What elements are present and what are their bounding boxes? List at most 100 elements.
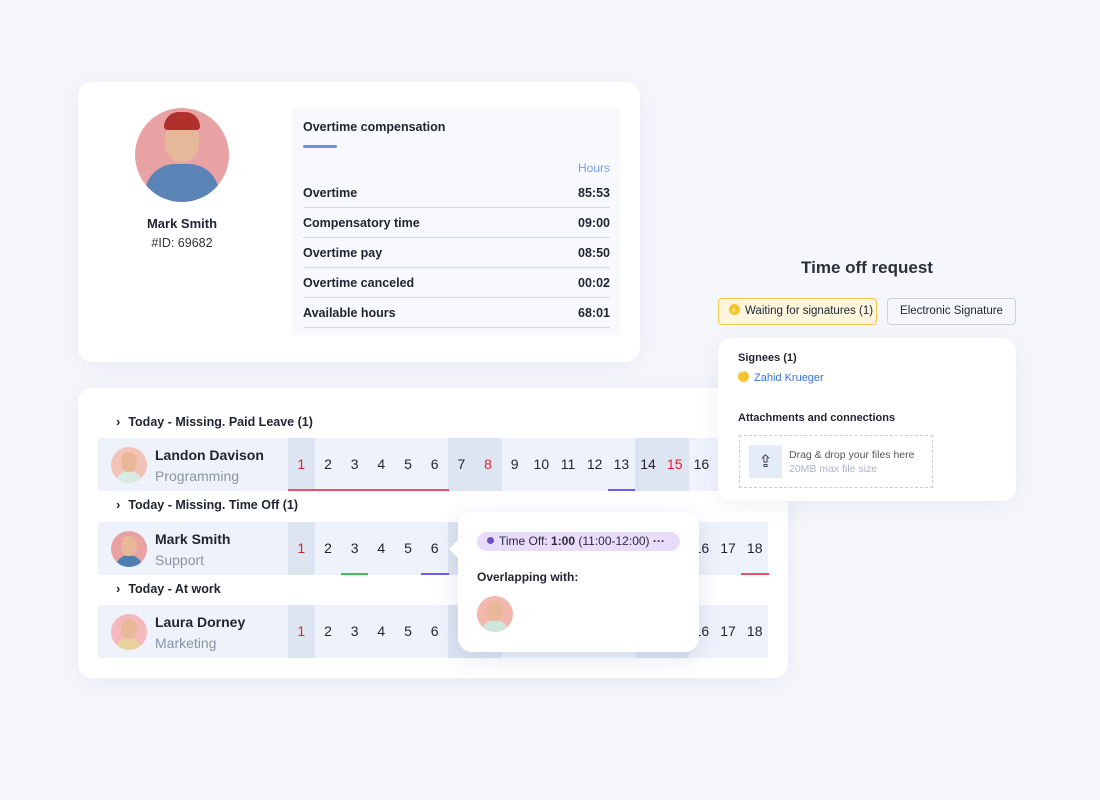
overtime-row: Available hours 68:01	[303, 298, 610, 328]
time-off-details-card: Signees (1) Zahid Krueger Attachments an…	[718, 338, 1016, 501]
time-off-title: Time off request	[801, 258, 933, 277]
electronic-signature-button[interactable]: Electronic Signature	[887, 298, 1016, 325]
avatar	[111, 614, 147, 650]
day-cell[interactable]: 16	[688, 438, 715, 491]
day-cell[interactable]: 13	[608, 438, 635, 491]
day-number: 1	[297, 623, 306, 639]
day-cell[interactable]: 8	[475, 438, 502, 491]
day-cell[interactable]: 14	[635, 438, 662, 491]
day-cell[interactable]: 17	[715, 605, 742, 658]
day-number: 6	[430, 540, 439, 556]
day-number: 18	[746, 540, 763, 556]
file-dropzone[interactable]: ⇪ Drag & drop your files here 20MB max f…	[739, 435, 933, 488]
signee-link[interactable]: Zahid Krueger	[738, 365, 824, 384]
employee-id: #ID: 69682	[151, 236, 213, 250]
day-number: 6	[430, 456, 439, 472]
day-status-underline	[288, 489, 316, 491]
day-cell[interactable]: 4	[368, 605, 395, 658]
day-number: 4	[377, 456, 386, 472]
group-toggle[interactable]: › Today - Missing. Time Off (1)	[116, 497, 298, 512]
overtime-row: Compensatory time 09:00	[303, 208, 610, 238]
employee-department: Programming	[155, 468, 240, 484]
day-cell[interactable]: 3	[341, 605, 368, 658]
day-number: 3	[350, 623, 359, 639]
row-label: Overtime pay	[303, 245, 383, 260]
day-cell[interactable]: 6	[421, 438, 448, 491]
day-cell[interactable]: 4	[368, 522, 395, 575]
arrow-circle-icon	[729, 298, 740, 323]
overtime-row: Overtime pay 08:50	[303, 238, 610, 268]
day-cell[interactable]: 6	[421, 522, 448, 575]
row-label: Compensatory time	[303, 215, 420, 230]
signee-name: Zahid Krueger	[754, 372, 824, 384]
day-cell[interactable]: 1	[288, 438, 315, 491]
chevron-right-icon: ›	[116, 414, 121, 429]
avatar	[111, 531, 147, 567]
day-cell[interactable]: 5	[395, 605, 422, 658]
day-cell[interactable]: 3	[341, 438, 368, 491]
employee-name: Mark Smith	[155, 531, 231, 547]
day-status-underline	[421, 489, 449, 491]
day-cell[interactable]: 1	[288, 522, 315, 575]
day-cell[interactable]: 7	[448, 438, 475, 491]
chip-label: Time Off:	[499, 534, 552, 548]
day-status-underline	[368, 489, 396, 491]
day-number: 3	[350, 456, 359, 472]
attachments-label: Attachments and connections	[738, 412, 896, 424]
day-number: 13	[613, 456, 630, 472]
row-label: Available hours	[303, 305, 396, 320]
day-cell[interactable]: 12	[581, 438, 608, 491]
day-cell[interactable]: 15	[661, 438, 688, 491]
day-number: 2	[324, 456, 332, 472]
day-cell[interactable]: 18	[741, 605, 768, 658]
day-cell[interactable]: 6	[421, 605, 448, 658]
group-label: Today - Missing. Paid Leave (1)	[128, 414, 313, 429]
waiting-signatures-button[interactable]: Waiting for signatures (1)	[718, 298, 877, 325]
day-cell[interactable]: 9	[501, 438, 528, 491]
day-cell[interactable]: 4	[368, 438, 395, 491]
row-value: 08:50	[578, 245, 610, 260]
day-number: 4	[377, 623, 386, 639]
day-number: 18	[746, 623, 763, 639]
day-number: 7	[457, 456, 466, 472]
overlap-avatar[interactable]	[477, 596, 513, 632]
employee-department: Support	[155, 552, 205, 568]
employee-name: Landon Davison	[155, 447, 264, 463]
employee-row[interactable]: Landon Davison Programming 1 2 3 4 5 6 7 8 9 10 11 1…	[98, 438, 768, 491]
row-label: Overtime	[303, 185, 358, 200]
day-number: 16	[693, 456, 710, 472]
time-off-chip[interactable]: Time Off: 1:00 (11:00-12:00) ···	[477, 532, 680, 551]
day-number: 2	[324, 540, 332, 556]
day-cell[interactable]: 11	[555, 438, 582, 491]
day-cell[interactable]: 2	[315, 605, 342, 658]
avatar	[135, 108, 229, 202]
dropzone-hint: 20MB max file size	[789, 463, 878, 475]
title-underline	[303, 145, 337, 148]
day-number: 11	[560, 456, 576, 472]
chip-duration: 1:00	[551, 534, 576, 548]
day-cell[interactable]: 5	[395, 522, 422, 575]
day-number: 1	[297, 456, 306, 472]
day-cell[interactable]: 2	[315, 522, 342, 575]
upload-icon: ⇪	[749, 445, 782, 478]
row-value: 09:00	[578, 215, 610, 230]
group-toggle[interactable]: › Today - Missing. Paid Leave (1)	[116, 414, 313, 429]
day-status-underline	[341, 489, 369, 491]
employee-department: Marketing	[155, 635, 217, 651]
day-number: 17	[720, 623, 736, 639]
day-cell[interactable]: 1	[288, 605, 315, 658]
day-cell[interactable]: 10	[528, 438, 555, 491]
day-cell[interactable]: 5	[395, 438, 422, 491]
time-off-popup: Time Off: 1:00 (11:00-12:00) ··· Overlap…	[449, 512, 699, 652]
more-icon[interactable]: ···	[653, 534, 665, 548]
day-status-underline	[421, 573, 449, 575]
day-cell[interactable]: 18	[741, 522, 768, 575]
day-cell[interactable]: 2	[315, 438, 342, 491]
day-number: 8	[484, 456, 492, 472]
day-cell[interactable]: 17	[715, 522, 742, 575]
row-value: 68:01	[578, 305, 610, 320]
waiting-label: Waiting for signatures (1)	[745, 305, 874, 317]
day-cell[interactable]: 3	[341, 522, 368, 575]
group-toggle[interactable]: › Today - At work	[116, 581, 221, 596]
chevron-right-icon: ›	[116, 497, 121, 512]
